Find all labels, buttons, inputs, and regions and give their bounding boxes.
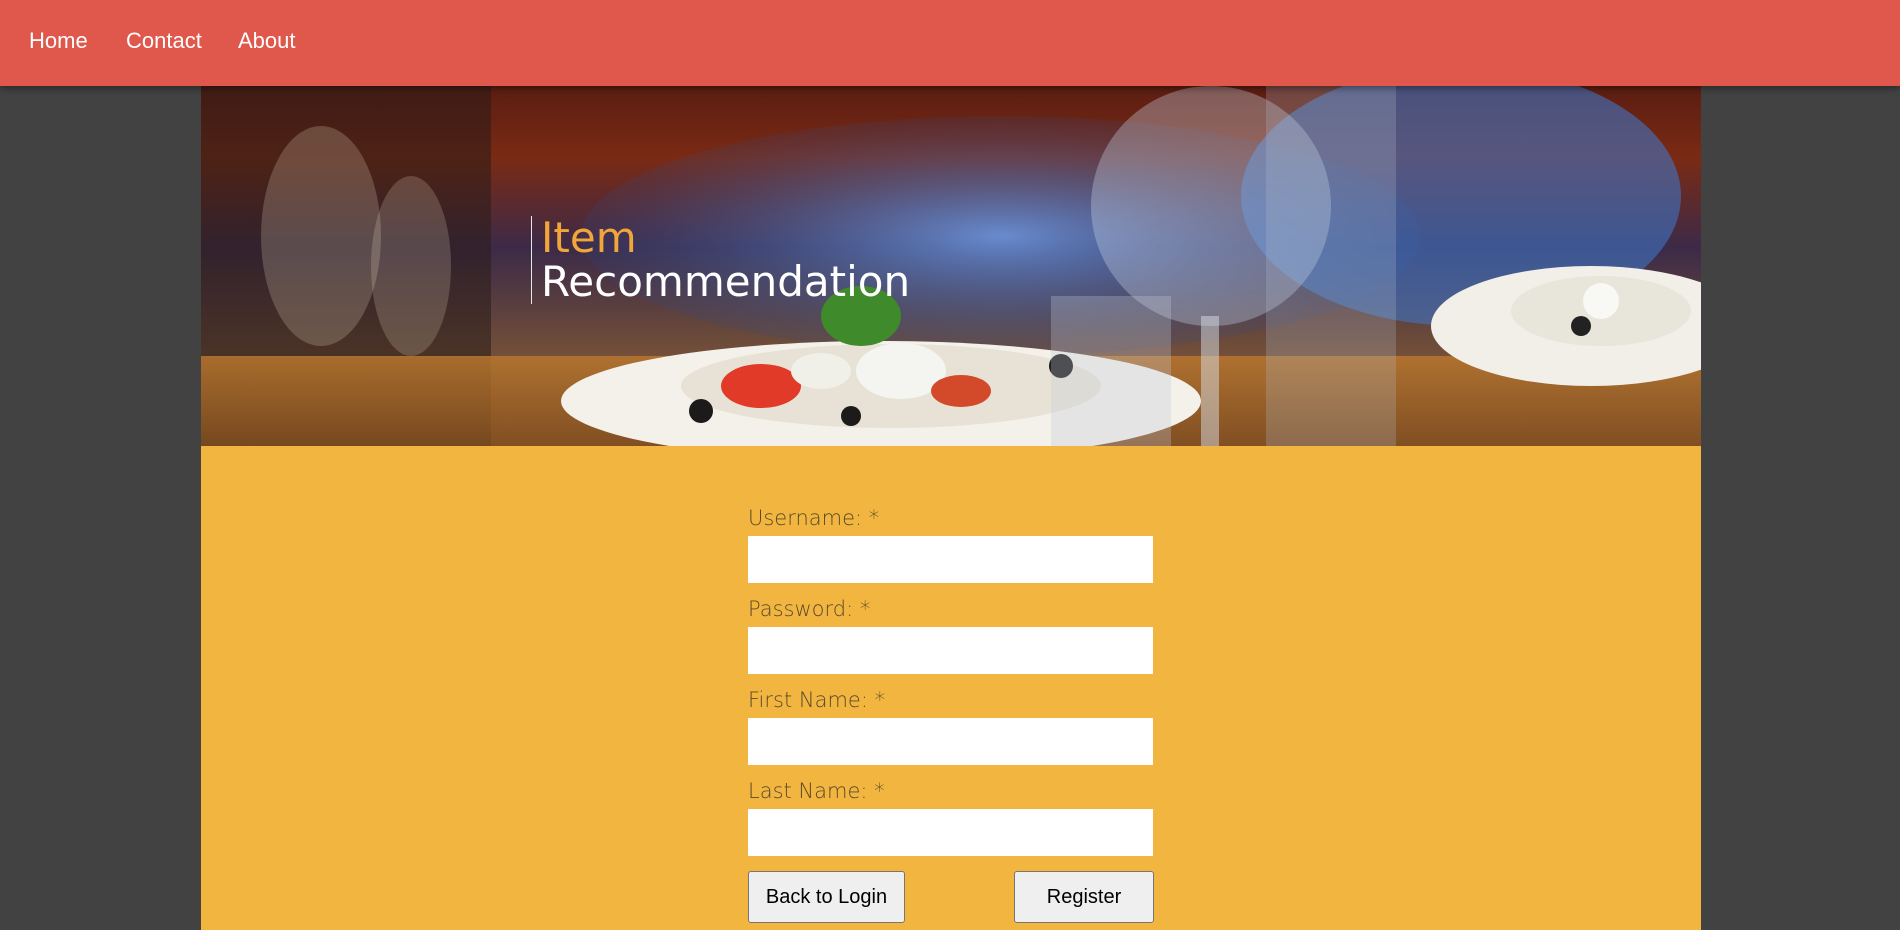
nav-link-about[interactable]: About [238, 28, 296, 54]
first-name-field[interactable] [748, 718, 1153, 765]
main-container: Item Recommendation Username: * Password… [201, 86, 1701, 930]
back-to-login-button[interactable]: Back to Login [748, 871, 905, 923]
password-field[interactable] [748, 627, 1153, 674]
nav-link-contact[interactable]: Contact [126, 28, 202, 54]
title-line-item: Item [541, 213, 637, 262]
banner-illustration [201, 86, 1701, 446]
username-label: Username: * [748, 506, 880, 530]
title-line-recommendation: Recommendation [541, 257, 911, 306]
username-field[interactable] [748, 536, 1153, 583]
last-name-field[interactable] [748, 809, 1153, 856]
first-name-label: First Name: * [748, 688, 886, 712]
page-title: Item Recommendation [531, 216, 910, 304]
restaurant-banner-image: Item Recommendation [201, 86, 1701, 446]
last-name-label: Last Name: * [748, 779, 885, 803]
password-label: Password: * [748, 597, 871, 621]
top-navigation-bar: Home Contact About [0, 0, 1900, 86]
nav-link-home[interactable]: Home [29, 28, 88, 54]
register-button[interactable]: Register [1014, 871, 1154, 923]
